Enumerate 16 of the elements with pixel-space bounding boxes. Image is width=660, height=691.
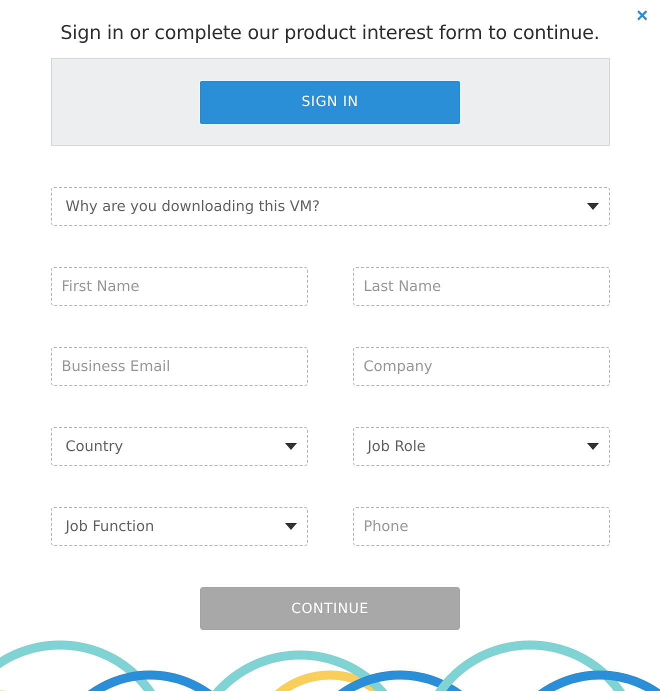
input-field[interactable]: Company	[352, 347, 610, 386]
select-field[interactable]: Country	[50, 427, 308, 466]
select-field[interactable]: Job Function	[50, 507, 308, 546]
caret-icon	[586, 443, 598, 450]
select-field[interactable]: Job Role	[352, 427, 610, 466]
close-button[interactable]: ×	[634, 6, 650, 26]
input-field[interactable]: Phone	[352, 507, 610, 546]
form-heading: Sign in or complete our product interest form to continue.	[60, 22, 600, 44]
sign-in-button[interactable]: SIGN IN	[200, 80, 460, 124]
input-field[interactable]: Last Name	[352, 267, 610, 306]
caret-icon	[284, 443, 296, 450]
caret-icon	[284, 523, 296, 530]
input-field[interactable]: First Name	[50, 267, 308, 306]
select-field[interactable]: Why are you downloading this VM?	[50, 187, 610, 226]
caret-icon	[586, 203, 598, 210]
input-field[interactable]: Business Email	[50, 347, 308, 386]
